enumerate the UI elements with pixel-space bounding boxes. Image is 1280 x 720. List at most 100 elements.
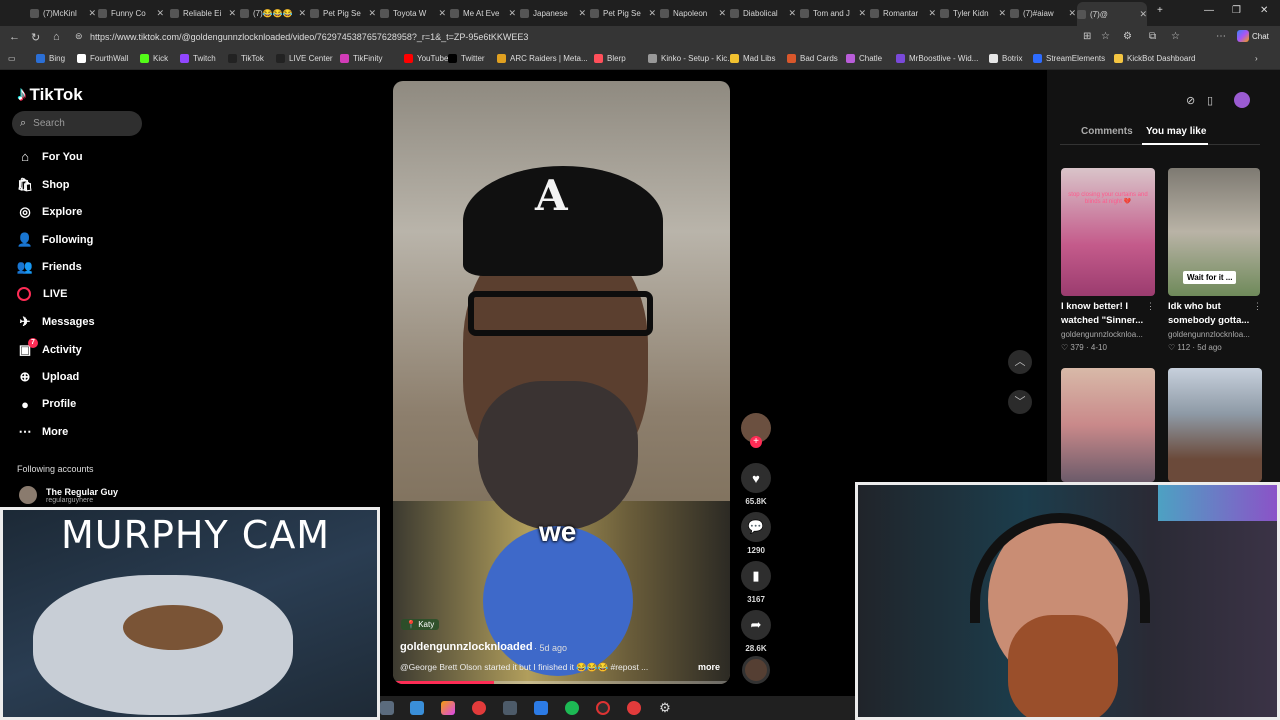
close-tab-icon[interactable]: ✕ (578, 8, 586, 19)
next-video-button[interactable]: ﹀ (1008, 390, 1032, 414)
taskbar-app-icon[interactable] (503, 701, 517, 715)
maximize-icon[interactable]: ❐ (1232, 5, 1241, 16)
taskbar-app-icon[interactable] (380, 701, 394, 715)
tab-you-may-like[interactable]: You may like (1146, 126, 1206, 137)
bookmark-item[interactable]: Kinko - Setup - Kic... (648, 54, 734, 63)
taskbar-app-icon[interactable] (410, 701, 424, 715)
sidebar-item-messages[interactable]: ✈ Messages (16, 314, 95, 330)
recommended-thumbnail[interactable]: Wait for it ... (1168, 168, 1260, 296)
close-tab-icon[interactable]: ✕ (928, 8, 936, 19)
close-tab-icon[interactable]: ✕ (156, 8, 164, 19)
recommended-channel[interactable]: goldengunnzlocknloa... (1061, 330, 1156, 339)
bookmark-item[interactable]: FourthWall (77, 54, 128, 63)
browser-tab[interactable]: Pet Pig Se ✕ (310, 4, 376, 22)
collections-icon[interactable]: ⧉ (1149, 31, 1156, 42)
bookmark-item[interactable]: KickBot Dashboard (1114, 54, 1195, 63)
close-tab-icon[interactable]: ✕ (88, 8, 96, 19)
close-tab-icon[interactable]: ✕ (228, 8, 236, 19)
bookmark-item[interactable]: TikFinity (340, 54, 382, 63)
bookmark-item[interactable]: Blerp (594, 54, 626, 63)
close-tab-icon[interactable]: ✕ (508, 8, 516, 19)
following-account-item[interactable]: The Regular Guy regularguyhere (19, 486, 118, 504)
site-info-icon[interactable]: ⊜ (75, 31, 83, 42)
recommended-channel[interactable]: goldengunnzlocknloa... (1168, 330, 1263, 339)
like-button[interactable]: ♥ 65.8K (739, 463, 773, 506)
recommended-thumbnail[interactable] (1061, 368, 1155, 482)
sidebar-item-profile[interactable]: ● Profile (16, 397, 76, 412)
save-button[interactable]: ▮ 3167 (739, 561, 773, 604)
location-tag[interactable]: 📍 Katy (401, 619, 440, 630)
minimize-icon[interactable]: — (1204, 5, 1214, 16)
sidebar-item-following[interactable]: 👤 Following (16, 232, 93, 248)
close-tab-icon[interactable]: ✕ (858, 8, 866, 19)
reload-icon[interactable]: ↻ (31, 31, 40, 44)
sidebar-item-activity[interactable]: ▣ Activity 7 (16, 337, 82, 358)
browser-tab[interactable]: (7)McKinl ✕ (30, 4, 96, 22)
bookmark-item[interactable]: ARC Raiders | Meta... (497, 54, 588, 63)
tab-comments[interactable]: Comments (1081, 126, 1133, 137)
taskbar-app-icon[interactable] (627, 701, 641, 715)
browser-tab[interactable]: (7)😂😂😂 ✕ (240, 4, 306, 22)
close-tab-icon[interactable]: ✕ (998, 8, 1006, 19)
taskbar-app-icon[interactable] (596, 701, 610, 715)
browser-tab[interactable]: Tom and J ✕ (800, 4, 866, 22)
bookmark-item[interactable]: Chatle (846, 54, 882, 63)
bookmark-item[interactable]: YouTube (404, 54, 448, 63)
close-tab-icon[interactable]: ✕ (718, 8, 726, 19)
url-field[interactable]: https://www.tiktok.com/@goldengunnzlockn… (90, 32, 528, 42)
browser-tab[interactable]: (7)@ ✕ (1077, 2, 1147, 26)
previous-video-button[interactable]: ︿ (1008, 350, 1032, 374)
bookmark-item[interactable]: Mad Libs (730, 54, 775, 63)
recommended-thumbnail[interactable]: stop closing your curtains and blinds at… (1061, 168, 1155, 296)
bookmark-item[interactable]: Kick (140, 54, 168, 63)
taskbar-app-icon[interactable] (565, 701, 579, 715)
close-tab-icon[interactable]: ✕ (1068, 8, 1076, 19)
bookmark-item[interactable]: MrBoostlive - Wid... (896, 54, 978, 63)
close-tab-icon[interactable]: ✕ (1139, 9, 1147, 20)
bookmark-item[interactable]: Botrix (989, 54, 1022, 63)
favorites-icon[interactable]: ☆ (1171, 31, 1180, 42)
recommended-thumbnail[interactable] (1168, 368, 1262, 482)
comment-button[interactable]: 💬 1290 (739, 512, 773, 555)
browser-tab[interactable]: Funny Co ✕ (98, 4, 164, 22)
user-avatar[interactable] (1234, 92, 1250, 108)
bookmark-item[interactable]: StreamElements (1033, 54, 1105, 63)
bookmark-item[interactable]: Bad Cards (787, 54, 838, 63)
bookmark-item[interactable]: Bing (36, 54, 65, 63)
close-tab-icon[interactable]: ✕ (368, 8, 376, 19)
tiktok-logo[interactable]: ♪ TikTok (17, 84, 83, 106)
browser-tab[interactable]: Pet Pig Se ✕ (590, 4, 656, 22)
taskbar-app-icon[interactable] (441, 701, 455, 715)
settings-icon[interactable]: ⚙ (658, 701, 672, 715)
more-options-icon[interactable]: ⋮ (1146, 301, 1155, 312)
browser-tab[interactable]: Me At Eve ✕ (450, 4, 516, 22)
close-tab-icon[interactable]: ✕ (788, 8, 796, 19)
browser-tab[interactable]: (7)#aiaw ✕ (1010, 4, 1076, 22)
browser-tab[interactable]: Tyler Kidn ✕ (940, 4, 1006, 22)
recommended-title[interactable]: Idk who but somebody gotta... (1168, 300, 1260, 328)
sidebar-item-more[interactable]: ⋯ More (16, 424, 69, 440)
browser-tab[interactable]: Diabolical ✕ (730, 4, 796, 22)
search-input[interactable]: ⌕ Search (12, 111, 142, 136)
browser-tab[interactable]: Reliable Ei ✕ (170, 4, 236, 22)
close-tab-icon[interactable]: ✕ (648, 8, 656, 19)
copilot-chat-button[interactable]: Chat (1237, 30, 1269, 42)
extensions-icon[interactable]: ⚙ (1123, 31, 1132, 42)
browser-tab[interactable]: Romantar ✕ (870, 4, 936, 22)
recommended-title[interactable]: I know better! I watched "Sinner... (1061, 300, 1153, 328)
sidebar-item-upload[interactable]: ⊕ Upload (16, 369, 80, 385)
browser-tab[interactable]: Napoleon ✕ (660, 4, 726, 22)
more-options-icon[interactable]: ⋮ (1253, 301, 1262, 312)
back-icon[interactable]: ← (9, 31, 20, 43)
sidebar-item-for-you[interactable]: ⌂ For You (16, 149, 82, 164)
bookmark-item[interactable]: Twitter (448, 54, 485, 63)
read-aloud-icon[interactable]: ⊞ (1083, 31, 1091, 42)
browser-menu-icon[interactable]: ⋯ (1216, 31, 1226, 42)
close-window-icon[interactable]: ✕ (1260, 5, 1268, 16)
video-author[interactable]: goldengunnzlocknloaded (400, 641, 533, 653)
bookmark-item[interactable]: Twitch (180, 54, 216, 63)
video-player[interactable]: A we 📍 Katy goldengunnzlocknloaded · 5d … (393, 81, 730, 684)
device-icon[interactable]: ▯ (1207, 94, 1213, 107)
bookmarks-more-icon[interactable]: › (1255, 54, 1258, 63)
favorite-star-icon[interactable]: ☆ (1101, 31, 1110, 42)
